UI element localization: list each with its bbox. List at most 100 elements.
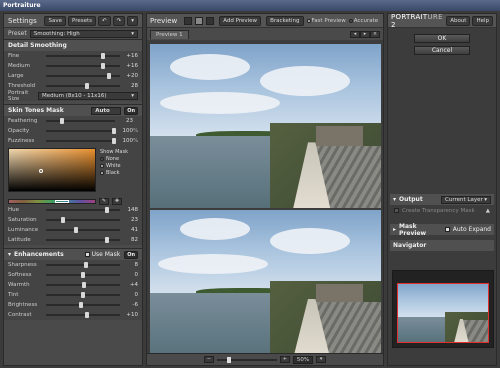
bracketing-button[interactable]: Bracketing xyxy=(266,15,304,26)
zoom-slider[interactable] xyxy=(216,356,277,363)
slider-value[interactable]: +10 xyxy=(124,312,138,318)
skin-on-toggle[interactable]: On xyxy=(124,106,138,115)
zoom-slider-thumb[interactable] xyxy=(226,356,231,363)
slider-thumb[interactable] xyxy=(59,118,64,124)
slider-value[interactable]: +20 xyxy=(124,73,138,79)
multi-view-icon[interactable] xyxy=(206,16,215,25)
slider-value[interactable]: 148 xyxy=(124,207,139,213)
undo-icon[interactable]: ↶ xyxy=(98,15,111,26)
slider-track[interactable] xyxy=(46,73,120,79)
slider-value[interactable]: 82 xyxy=(124,237,138,243)
enhancements-on-toggle[interactable]: On xyxy=(124,250,138,259)
slider-value[interactable]: +4 xyxy=(124,282,138,288)
menu-icon[interactable]: ▾ xyxy=(127,15,138,26)
slider-value[interactable]: 23 xyxy=(124,217,138,223)
slider-track[interactable] xyxy=(46,63,120,69)
slider-value[interactable]: 0 xyxy=(124,292,139,298)
portrait-size-dropdown[interactable]: Medium (8x10 - 11x16) ▾ xyxy=(38,92,138,100)
eyedropper-add-icon[interactable]: ✚ xyxy=(112,198,122,205)
expand-icon[interactable]: ▸ xyxy=(393,226,396,233)
slider-track[interactable] xyxy=(46,138,116,144)
zoom-out-icon[interactable]: − xyxy=(203,356,214,363)
slider-thumb[interactable] xyxy=(83,262,88,268)
slider-thumb[interactable] xyxy=(78,302,83,308)
slider-value[interactable]: 100 xyxy=(119,128,134,134)
fast-preview-option[interactable]: Fast Preview xyxy=(306,18,346,24)
preset-dropdown[interactable]: Smoothing: High ▾ xyxy=(29,29,138,38)
slider-track[interactable] xyxy=(46,237,120,243)
prev-tab-icon[interactable]: ◂ xyxy=(350,30,360,38)
slider-track[interactable] xyxy=(46,262,120,268)
slider-track[interactable] xyxy=(46,118,115,124)
show-mask-black[interactable]: Black xyxy=(100,169,128,176)
slider-track[interactable] xyxy=(46,83,120,89)
single-view-icon[interactable] xyxy=(184,16,193,25)
preview-image-original[interactable] xyxy=(150,44,381,208)
slider-thumb[interactable] xyxy=(111,128,116,134)
output-dropdown[interactable]: Current Layer ▾ xyxy=(441,195,491,204)
redo-icon[interactable]: ↷ xyxy=(112,15,126,26)
slider-track[interactable] xyxy=(46,207,120,213)
collapse-icon[interactable]: ▾ xyxy=(393,196,396,203)
close-icon[interactable]: × xyxy=(370,30,380,38)
slider-track[interactable] xyxy=(46,292,120,298)
skin-mode-dropdown[interactable]: Auto xyxy=(91,106,122,115)
ok-button[interactable]: OK xyxy=(414,34,470,43)
skin-color-field[interactable] xyxy=(8,148,96,192)
slider-thumb[interactable] xyxy=(106,73,111,79)
preview-image-processed[interactable] xyxy=(150,210,381,358)
help-button[interactable]: Help xyxy=(472,15,493,26)
slider-track[interactable] xyxy=(46,302,120,308)
tab-preview-1[interactable]: Preview 1 xyxy=(150,29,189,39)
zoom-in-icon[interactable]: + xyxy=(279,356,290,363)
slider-thumb[interactable] xyxy=(84,83,89,89)
color-sample-point[interactable] xyxy=(39,169,43,173)
slider-value[interactable]: +16 xyxy=(124,53,138,59)
cancel-button[interactable]: Cancel xyxy=(414,46,470,55)
slider-track[interactable] xyxy=(46,282,120,288)
slider-thumb[interactable] xyxy=(100,63,105,69)
slider-track[interactable] xyxy=(46,217,120,223)
slider-thumb[interactable] xyxy=(104,237,109,243)
accurate-option[interactable]: Accurate xyxy=(348,18,378,24)
slider-thumb[interactable] xyxy=(81,272,85,278)
save-button[interactable]: Save xyxy=(44,15,66,26)
hue-range-bar[interactable] xyxy=(8,199,96,204)
about-button[interactable]: About xyxy=(446,15,471,26)
slider-value[interactable]: 41 xyxy=(124,227,138,233)
use-mask-checkbox[interactable] xyxy=(84,252,90,257)
slider-track[interactable] xyxy=(46,312,120,318)
navigator-viewport[interactable] xyxy=(397,283,489,343)
slider-thumb[interactable] xyxy=(81,292,85,298)
slider-thumb[interactable] xyxy=(82,282,87,288)
slider-value[interactable]: 0 xyxy=(124,272,139,278)
presets-button[interactable]: Presets xyxy=(68,15,97,26)
slider-thumb[interactable] xyxy=(104,207,109,213)
slider-track[interactable] xyxy=(46,53,120,59)
slider-thumb[interactable] xyxy=(61,217,66,223)
slider-thumb[interactable] xyxy=(111,138,116,144)
slider-track[interactable] xyxy=(46,128,116,134)
next-tab-icon[interactable]: ▸ xyxy=(360,30,370,38)
slider-value[interactable]: 100 xyxy=(119,138,134,144)
slider-value[interactable]: +16 xyxy=(124,63,138,69)
zoom-menu-icon[interactable]: ▾ xyxy=(316,356,327,363)
slider-thumb[interactable] xyxy=(84,312,89,318)
hue-range-window[interactable] xyxy=(55,200,69,203)
create-mask-checkbox[interactable] xyxy=(394,208,399,213)
eyedropper-icon[interactable]: ✎ xyxy=(99,198,109,205)
slider-track[interactable] xyxy=(46,227,120,233)
slider-value[interactable]: 8 xyxy=(124,262,139,268)
slider-value[interactable]: 28 xyxy=(124,83,138,89)
zoom-level[interactable]: 50% xyxy=(292,355,314,364)
slider-track[interactable] xyxy=(46,272,120,278)
show-mask-none[interactable]: None xyxy=(100,155,128,162)
slider-value[interactable]: -6 xyxy=(124,302,138,308)
slider-value[interactable]: 23 xyxy=(119,118,133,124)
add-preview-button[interactable]: Add Preview xyxy=(219,15,262,26)
show-mask-white[interactable]: White xyxy=(100,162,128,169)
auto-expand-checkbox[interactable] xyxy=(444,227,450,232)
split-view-icon[interactable] xyxy=(195,16,204,25)
slider-thumb[interactable] xyxy=(100,53,105,59)
slider-thumb[interactable] xyxy=(74,227,79,233)
